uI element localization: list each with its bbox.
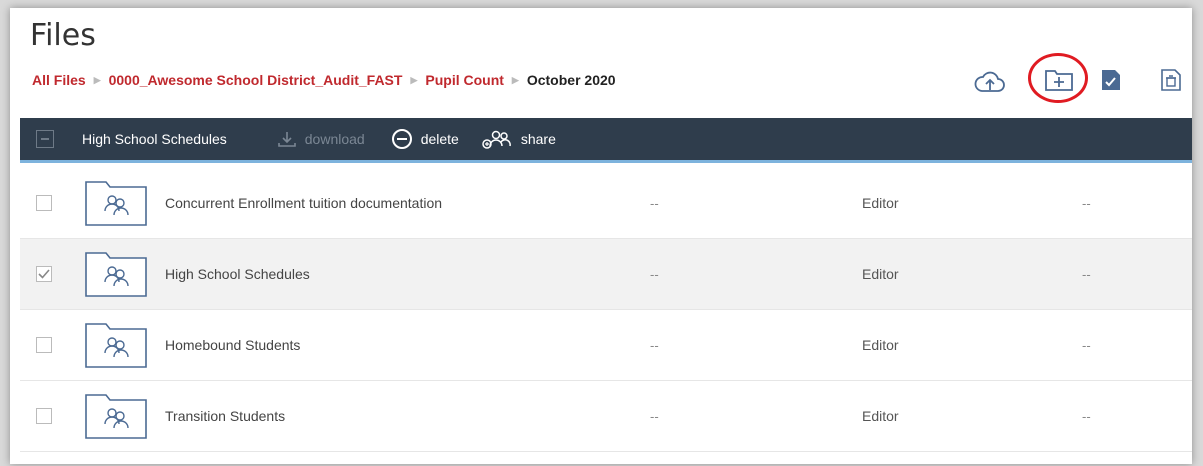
file-list: Concurrent Enrollment tuition documentat…	[20, 168, 1192, 452]
row-checkbox[interactable]	[36, 337, 52, 353]
share-label: share	[520, 131, 556, 147]
breadcrumb-all-files[interactable]: All Files	[32, 72, 86, 88]
row-modified: --	[650, 337, 659, 353]
row-role: Editor	[862, 337, 899, 353]
chevron-right-icon: ▶	[410, 74, 418, 85]
row-modified: --	[650, 266, 659, 282]
chevron-right-icon: ▶	[511, 74, 519, 85]
files-panel: Files All Files ▶ 0000_Awesome School Di…	[10, 8, 1192, 464]
row-name[interactable]: Concurrent Enrollment tuition documentat…	[165, 195, 442, 211]
shared-folder-icon	[84, 177, 148, 232]
row-name[interactable]: Transition Students	[165, 408, 285, 424]
shared-folder-icon	[84, 390, 148, 445]
row-size: --	[1082, 195, 1091, 211]
row-size: --	[1082, 266, 1091, 282]
row-checkbox[interactable]	[36, 408, 52, 424]
table-row[interactable]: High School Schedules -- Editor --	[20, 239, 1192, 310]
table-row[interactable]: Homebound Students -- Editor --	[20, 310, 1192, 381]
select-all-checkbox[interactable]	[36, 130, 54, 148]
delete-icon	[391, 129, 412, 149]
new-folder-icon[interactable]	[1044, 66, 1074, 97]
row-role: Editor	[862, 408, 899, 424]
row-modified: --	[650, 408, 659, 424]
download-button[interactable]: download	[277, 130, 365, 148]
row-role: Editor	[862, 195, 899, 211]
row-role: Editor	[862, 266, 899, 282]
row-modified: --	[650, 195, 659, 211]
task-icon[interactable]	[1100, 68, 1122, 97]
cloud-upload-icon[interactable]	[973, 70, 1007, 101]
share-icon	[482, 130, 511, 149]
row-name[interactable]: Homebound Students	[165, 337, 300, 353]
delete-label: delete	[420, 131, 459, 147]
selected-item-name: High School Schedules	[82, 131, 227, 147]
delete-button[interactable]: delete	[391, 128, 459, 150]
trash-icon[interactable]	[1160, 68, 1182, 97]
row-checkbox[interactable]	[36, 195, 52, 211]
breadcrumb-district-folder[interactable]: 0000_Awesome School District_Audit_FAST	[109, 72, 403, 88]
table-row[interactable]: Transition Students -- Editor --	[20, 381, 1192, 452]
row-size: --	[1082, 408, 1091, 424]
share-button[interactable]: share	[481, 128, 556, 150]
row-checkbox[interactable]	[36, 266, 52, 282]
selection-toolbar: High School Schedules download delete sh…	[20, 118, 1192, 163]
shared-folder-icon	[84, 319, 148, 374]
row-name[interactable]: High School Schedules	[165, 266, 310, 282]
page-title: Files	[30, 18, 96, 53]
chevron-right-icon: ▶	[93, 74, 101, 85]
download-icon	[277, 132, 296, 147]
check-icon	[38, 269, 50, 279]
breadcrumb-pupil-count[interactable]: Pupil Count	[425, 72, 504, 88]
download-label: download	[304, 131, 365, 147]
breadcrumb: All Files ▶ 0000_Awesome School District…	[32, 72, 616, 88]
table-row[interactable]: Concurrent Enrollment tuition documentat…	[20, 168, 1192, 239]
row-size: --	[1082, 337, 1091, 353]
breadcrumb-current: October 2020	[526, 72, 616, 88]
shared-folder-icon	[84, 248, 148, 303]
